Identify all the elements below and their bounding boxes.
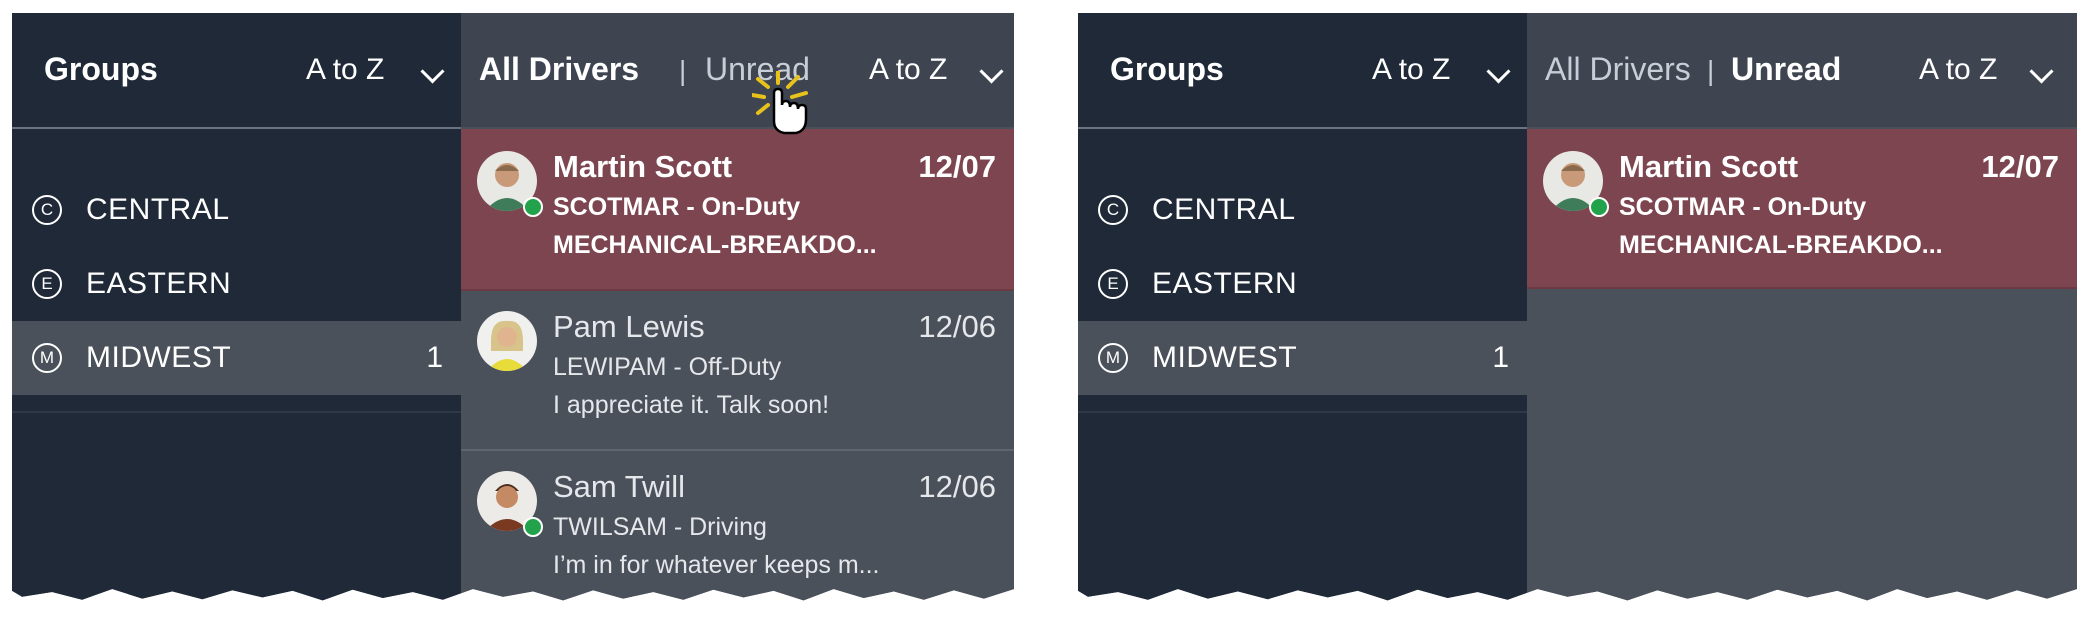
message-date: 12/06 — [918, 469, 996, 504]
message-preview: I’m in for whatever keeps m... — [553, 551, 880, 579]
driver-row-pam-lewis[interactable]: Pam Lewis 12/06 LEWIPAM - Off-Duty I app… — [461, 289, 1014, 451]
chevron-down-icon[interactable] — [2029, 59, 2054, 84]
groups-sort-dropdown[interactable]: A to Z — [1372, 53, 1450, 87]
driver-row-martin-scott[interactable]: Martin Scott 12/07 SCOTMAR - On-Duty MEC… — [1527, 129, 2077, 289]
driver-status: LEWIPAM - Off-Duty — [553, 353, 782, 381]
unread-count-badge: 1 — [1492, 341, 1509, 374]
group-label: EASTERN — [86, 267, 232, 300]
group-letter-icon: C — [32, 195, 62, 225]
groups-title: Groups — [1110, 51, 1224, 87]
group-letter-icon: M — [32, 343, 62, 373]
driver-row-sam-twill[interactable]: Sam Twill 12/06 TWILSAM - Driving I’m in… — [461, 449, 1014, 600]
group-letter-icon: E — [32, 269, 62, 299]
groups-sort-dropdown[interactable]: A to Z — [306, 53, 384, 87]
group-item-eastern[interactable]: E EASTERN — [12, 247, 461, 321]
message-preview: I appreciate it. Talk soon! — [553, 391, 830, 419]
drivers-column: All Drivers | Unread A to Z Martin Scott… — [1527, 13, 2077, 601]
driver-status: SCOTMAR - On-Duty — [1619, 193, 1867, 221]
avatar — [477, 311, 537, 371]
driver-name: Martin Scott — [553, 149, 733, 184]
messaging-panel-before: Groups A to Z C CENTRAL E EASTERN M MIDW… — [12, 13, 1014, 601]
driver-status: SCOTMAR - On-Duty — [553, 193, 801, 221]
driver-row-martin-scott[interactable]: Martin Scott 12/07 SCOTMAR - On-Duty MEC… — [461, 129, 1014, 291]
group-item-central[interactable]: C CENTRAL — [1078, 173, 1527, 247]
chevron-down-icon[interactable] — [979, 59, 1004, 84]
groups-title: Groups — [44, 51, 158, 87]
groups-header: Groups A to Z — [12, 13, 461, 129]
tab-all-drivers[interactable]: All Drivers — [1545, 51, 1691, 88]
message-date: 12/07 — [1981, 149, 2059, 184]
drivers-header: All Drivers | Unread A to Z — [1527, 13, 2077, 127]
message-date: 12/07 — [918, 149, 996, 184]
group-label: MIDWEST — [86, 341, 232, 374]
group-label: EASTERN — [1152, 267, 1298, 300]
message-preview: MECHANICAL-BREAKDO... — [1619, 231, 1943, 259]
online-status-icon — [1589, 197, 1609, 217]
drivers-sort-dropdown[interactable]: A to Z — [1919, 53, 1997, 87]
message-date: 12/06 — [918, 309, 996, 344]
group-letter-icon: C — [1098, 195, 1128, 225]
tab-all-drivers[interactable]: All Drivers — [479, 51, 639, 88]
chevron-down-icon[interactable] — [420, 59, 445, 84]
group-label: CENTRAL — [1152, 193, 1296, 226]
driver-name: Pam Lewis — [553, 309, 705, 344]
group-letter-icon: E — [1098, 269, 1128, 299]
group-label: MIDWEST — [1152, 341, 1298, 374]
groups-column: Groups A to Z C CENTRAL E EASTERN M MIDW… — [12, 13, 461, 601]
tab-unread[interactable]: Unread — [1731, 51, 1841, 88]
unread-count-badge: 1 — [426, 341, 443, 374]
drivers-sort-dropdown[interactable]: A to Z — [869, 53, 947, 87]
tab-separator: | — [679, 55, 687, 86]
drivers-column: All Drivers | Unread A to Z Martin Scott… — [461, 13, 1014, 601]
driver-status: TWILSAM - Driving — [553, 513, 767, 541]
online-status-icon — [523, 197, 543, 217]
hand-pointer-cursor-icon — [752, 71, 808, 135]
group-label: CENTRAL — [86, 193, 230, 226]
group-letter-icon: M — [1098, 343, 1128, 373]
groups-header: Groups A to Z — [1078, 13, 1527, 129]
driver-name: Sam Twill — [553, 469, 686, 504]
messaging-panel-after: Groups A to Z C CENTRAL E EASTERN M MIDW… — [1078, 13, 2077, 601]
divider — [12, 411, 461, 413]
group-item-midwest[interactable]: M MIDWEST 1 — [12, 321, 461, 395]
driver-name: Martin Scott — [1619, 149, 1799, 184]
message-preview: MECHANICAL-BREAKDO... — [553, 231, 877, 259]
drivers-header: All Drivers | Unread A to Z — [461, 13, 1014, 127]
group-item-eastern[interactable]: E EASTERN — [1078, 247, 1527, 321]
groups-column: Groups A to Z C CENTRAL E EASTERN M MIDW… — [1078, 13, 1527, 601]
group-item-midwest[interactable]: M MIDWEST 1 — [1078, 321, 1527, 395]
group-item-central[interactable]: C CENTRAL — [12, 173, 461, 247]
tab-separator: | — [1707, 55, 1715, 86]
chevron-down-icon[interactable] — [1486, 59, 1511, 84]
online-status-icon — [523, 517, 543, 537]
divider — [1078, 411, 1527, 413]
